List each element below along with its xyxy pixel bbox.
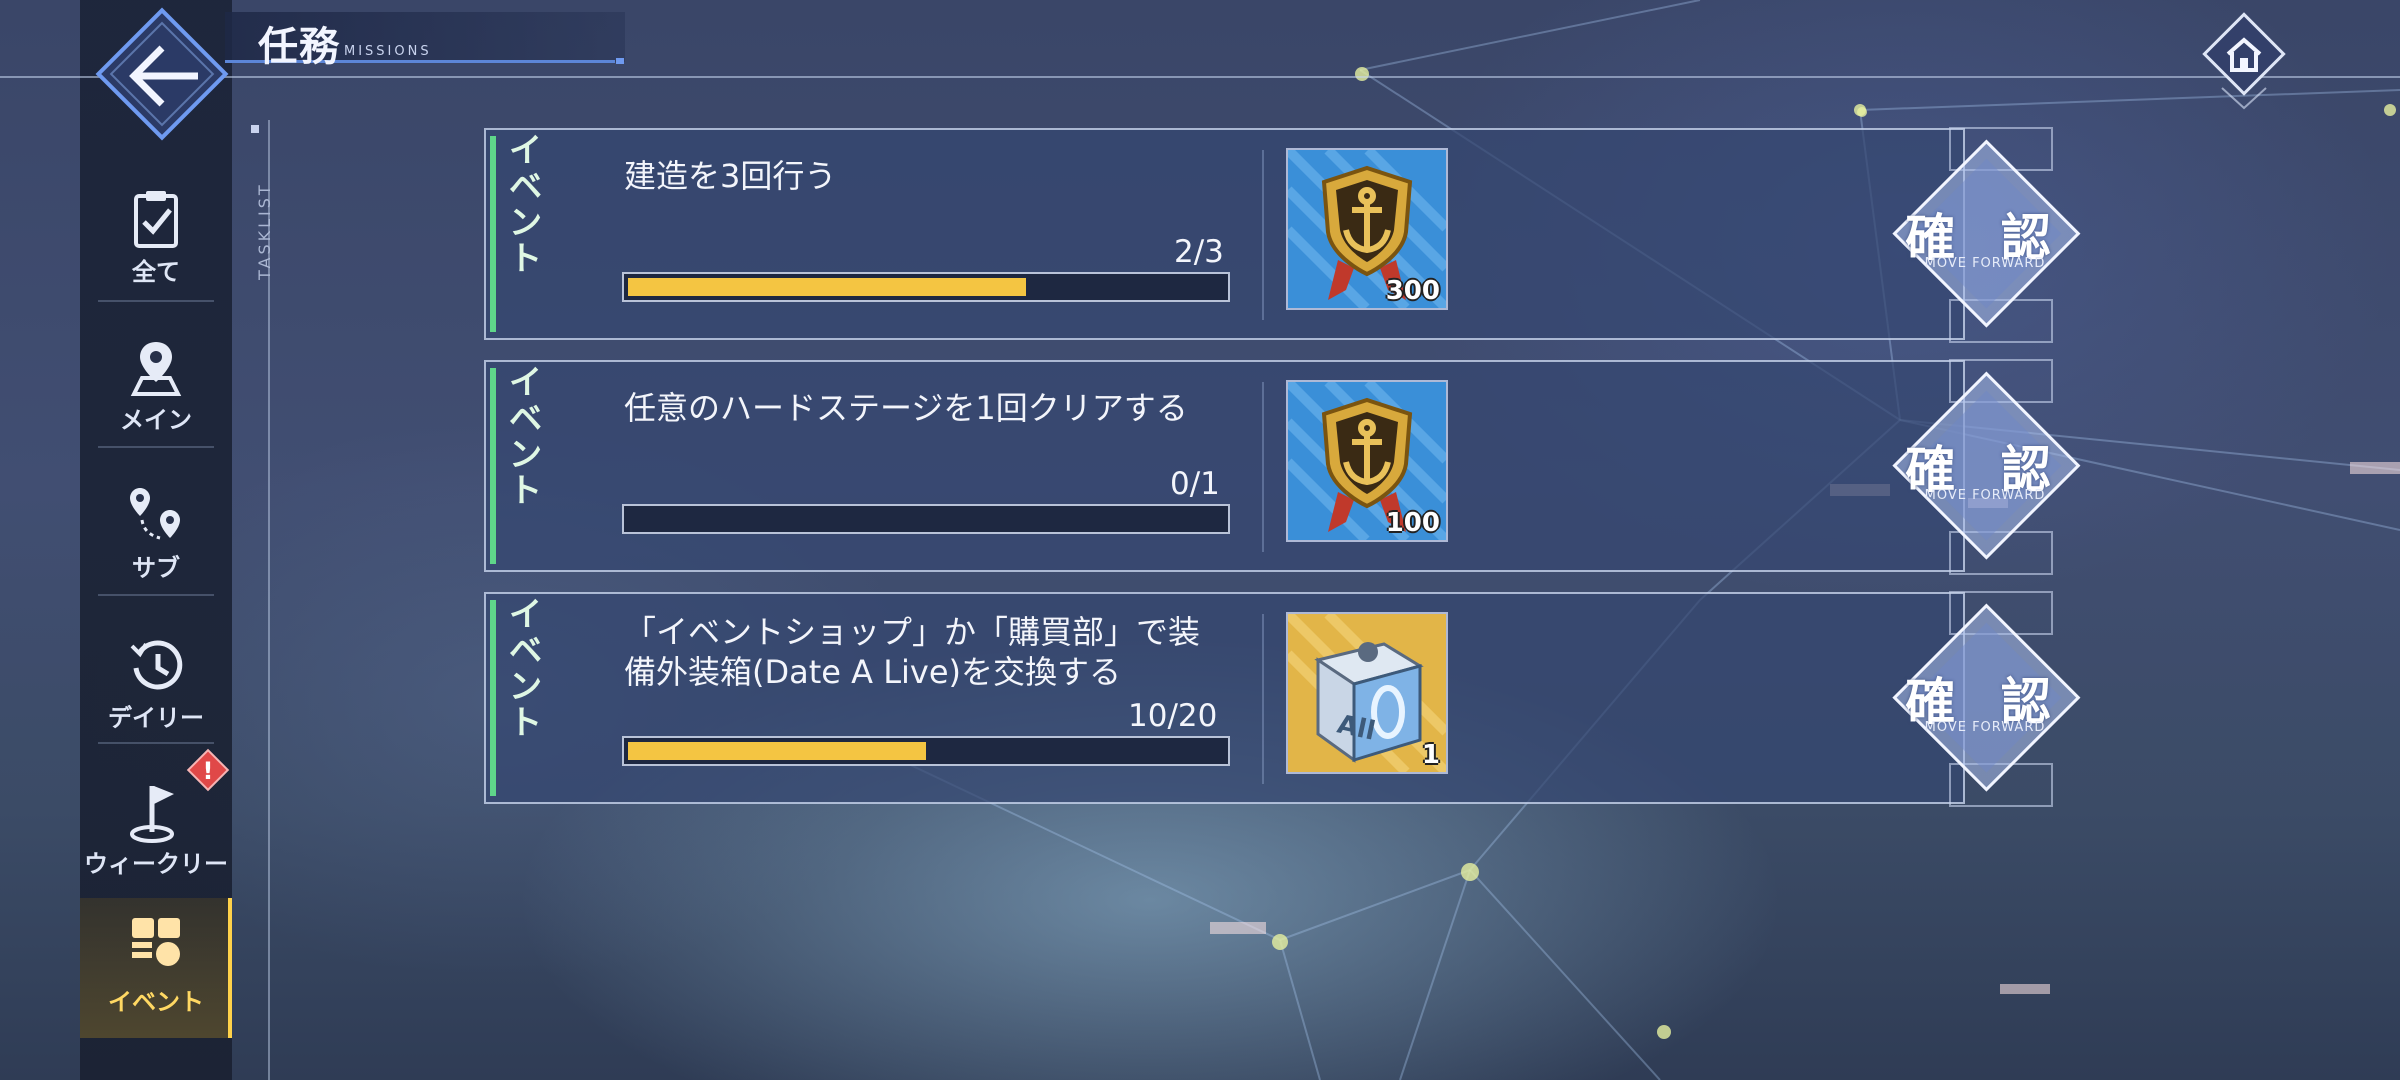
title-underline-marker [616, 58, 624, 64]
reward-quantity: 1 [1421, 740, 1440, 770]
mission-category: イベント [502, 596, 542, 740]
mission-title: 「イベントショップ」か「購買部」で装備外装箱(Date A Live)を交換する [624, 613, 1201, 691]
header-rule [0, 76, 2400, 78]
mission-title: 任意のハードステージを1回クリアする [624, 389, 1188, 427]
confirm-sublabel: MOVE FORWARD [1924, 488, 2046, 503]
sidebar-separator [98, 300, 214, 302]
sidebar-item-label: サブ [132, 554, 180, 582]
page-title: 任務 [258, 24, 340, 70]
sidebar-separator [98, 594, 214, 596]
sidebar-separator [98, 742, 214, 744]
mission-divider [1262, 150, 1264, 320]
mission-divider [1262, 614, 1264, 784]
sidebar-item-all[interactable]: 全て [80, 180, 232, 320]
sidebar-separator [98, 446, 214, 448]
mission-divider [1262, 382, 1264, 552]
flag-icon [130, 786, 174, 843]
route-pins-icon [130, 488, 180, 540]
clock-history-icon [130, 640, 183, 690]
sidebar-item-label: メイン [120, 406, 192, 434]
mission-category: イベント [502, 364, 542, 508]
sidebar-item-daily[interactable]: デイリー [80, 626, 232, 766]
mission-progress-bar [622, 272, 1230, 302]
page-subtitle: MISSIONS [344, 44, 432, 59]
mission-progress-bar [622, 504, 1230, 534]
confirm-sublabel: MOVE FORWARD [1924, 720, 2046, 735]
mission-progress-text: 0/1 [1170, 466, 1220, 502]
confirm-button[interactable]: 確 認 MOVE FORWARD [1860, 576, 2110, 822]
sidebar-item-label: デイリー [108, 704, 204, 732]
alert-badge-icon: ! [186, 748, 230, 792]
sidebar-item-weekly[interactable]: ウィークリー [80, 772, 232, 912]
event-blocks-icon [132, 918, 180, 966]
map-pin-icon [130, 342, 182, 396]
mission-title: 建造を3回行う [624, 157, 837, 195]
sidebar-item-label: ウィークリー [84, 850, 228, 878]
sidebar-item-label: イベント [108, 988, 204, 1016]
alert-badge-text: ! [203, 757, 214, 785]
mission-progress-fill [628, 742, 926, 760]
mission-row: イベント 任意のハードステージを1回クリアする 0/1 100 確 認 MOVE… [484, 359, 2081, 575]
confirm-button[interactable]: 確 認 MOVE FORWARD [1860, 344, 2110, 590]
mission-reward[interactable]: 100 [1286, 380, 1448, 542]
mission-reward[interactable]: 300 [1286, 148, 1448, 310]
sidebar-item-label: 全て [132, 258, 180, 286]
mission-category: イベント [502, 132, 542, 276]
sidebar-item-event[interactable]: イベント [80, 898, 232, 1038]
back-button[interactable] [92, 4, 232, 144]
mission-row: イベント 建造を3回行う 2/3 300 確 認 MOVE FORWARD [484, 127, 2081, 343]
tasklist-label: TASKLIST [255, 182, 274, 280]
confirm-button[interactable]: 確 認 MOVE FORWARD [1860, 112, 2110, 358]
mission-progress-fill [628, 278, 1026, 296]
mission-row: イベント 「イベントショップ」か「購買部」で装備外装箱(Date A Live)… [484, 591, 2081, 807]
reward-quantity: 100 [1385, 508, 1440, 538]
mission-progress-bar [622, 736, 1230, 766]
mission-reward[interactable]: All 1 [1286, 612, 1448, 774]
reward-quantity: 300 [1385, 276, 1440, 306]
clipboard-check-icon [134, 191, 178, 248]
confirm-sublabel: MOVE FORWARD [1924, 256, 2046, 271]
home-button[interactable] [2198, 12, 2290, 112]
active-indicator [228, 898, 232, 1038]
